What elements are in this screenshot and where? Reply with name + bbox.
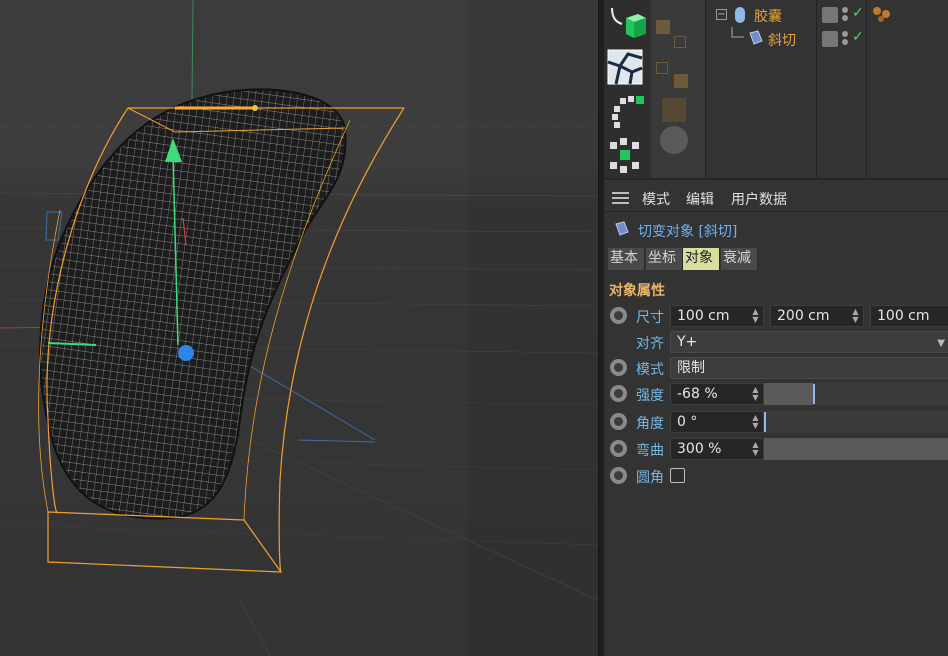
enabled-check-icon[interactable]: ✓ bbox=[852, 29, 864, 45]
fillet-checkbox[interactable] bbox=[670, 468, 685, 483]
object-manager: − 胶囊 ✓ 斜切 ✓ bbox=[708, 0, 948, 178]
section-title: 对象属性 bbox=[609, 283, 665, 299]
keyframe-icon[interactable] bbox=[610, 413, 627, 430]
curvature-label: 弯曲 bbox=[636, 443, 664, 459]
tool-icon[interactable] bbox=[656, 62, 668, 74]
keyframe-icon[interactable] bbox=[610, 440, 627, 457]
voronoi-icon[interactable] bbox=[606, 48, 646, 86]
align-select[interactable]: Y+ ▼ bbox=[670, 331, 948, 353]
property-align: 对齐 Y+ ▼ bbox=[604, 330, 948, 354]
enabled-check-icon[interactable]: ✓ bbox=[852, 5, 864, 21]
visibility-icon[interactable] bbox=[822, 31, 838, 47]
collapse-toggle[interactable]: − bbox=[716, 9, 727, 20]
property-mode: 模式 限制 bbox=[604, 356, 948, 380]
strength-input[interactable]: -68 % ▲ ▼ bbox=[670, 383, 764, 405]
gizmo-z-handle bbox=[178, 345, 194, 361]
shear-deformer-icon bbox=[615, 221, 629, 236]
material-tag-icon[interactable] bbox=[872, 6, 892, 24]
spinner-icon: ▲ ▼ bbox=[752, 385, 759, 402]
keyframe-icon[interactable] bbox=[610, 385, 627, 402]
keyframe-icon[interactable] bbox=[610, 307, 627, 324]
property-fillet: 圆角 bbox=[604, 464, 948, 488]
tab-falloff[interactable]: 衰减 bbox=[721, 248, 758, 270]
right-panel: − 胶囊 ✓ 斜切 ✓ 模式 编辑 用户数据 切变对象 [斜切] 基本 坐标 对… bbox=[604, 0, 948, 656]
strength-label: 强度 bbox=[636, 388, 664, 404]
mode-select[interactable]: 限制 bbox=[670, 357, 948, 379]
size-x-input[interactable]: 100 cm ▲ ▼ bbox=[670, 305, 764, 327]
viewport-scene bbox=[0, 0, 598, 656]
size-z-input[interactable]: 100 cm bbox=[870, 305, 948, 327]
property-curvature: 弯曲 300 % ▲ ▼ bbox=[604, 437, 948, 461]
angle-input[interactable]: 0 ° ▲ ▼ bbox=[670, 411, 764, 433]
3d-viewport[interactable] bbox=[0, 0, 598, 656]
menu-mode[interactable]: 模式 bbox=[642, 189, 670, 209]
tool-palette bbox=[604, 0, 650, 178]
strength-slider[interactable] bbox=[764, 383, 814, 405]
cube-primitive-icon[interactable] bbox=[606, 6, 646, 44]
menu-edit[interactable]: 编辑 bbox=[686, 189, 714, 209]
chevron-down-icon: ▼ bbox=[937, 338, 945, 349]
spinner-icon: ▲ ▼ bbox=[752, 413, 759, 430]
size-y-input[interactable]: 200 cm ▲ ▼ bbox=[770, 305, 864, 327]
property-strength: 强度 -68 % ▲ ▼ bbox=[604, 382, 948, 406]
align-label: 对齐 bbox=[636, 336, 664, 352]
tool-icon[interactable] bbox=[674, 36, 686, 48]
mode-label: 模式 bbox=[636, 362, 664, 378]
attribute-menubar: 模式 编辑 用户数据 bbox=[604, 182, 948, 212]
object-row-shear[interactable]: 斜切 ✓ bbox=[708, 27, 948, 51]
curvature-input[interactable]: 300 % ▲ ▼ bbox=[670, 438, 764, 460]
cloner-icon[interactable] bbox=[606, 92, 646, 130]
strength-slider-knob[interactable] bbox=[813, 384, 815, 404]
tree-connector bbox=[731, 27, 744, 38]
menu-icon[interactable] bbox=[612, 192, 629, 204]
curvature-slider[interactable] bbox=[764, 438, 948, 460]
cloner-grid-icon[interactable] bbox=[606, 136, 646, 174]
size-label: 尺寸 bbox=[636, 310, 664, 326]
property-size: 尺寸 100 cm ▲ ▼ 200 cm ▲ ▼ 100 cm bbox=[604, 304, 948, 328]
capsule-mesh bbox=[39, 88, 347, 520]
tab-object[interactable]: 对象 bbox=[683, 248, 720, 270]
angle-slider-knob[interactable] bbox=[764, 412, 766, 432]
spinner-icon: ▲ ▼ bbox=[852, 307, 859, 324]
tool-icon[interactable] bbox=[674, 74, 688, 88]
object-title: 切变对象 [斜切] bbox=[638, 224, 738, 240]
object-name[interactable]: 胶囊 bbox=[754, 6, 782, 26]
object-title-row: 切变对象 [斜切] bbox=[604, 216, 948, 242]
menu-user-data[interactable]: 用户数据 bbox=[731, 189, 787, 209]
fillet-label: 圆角 bbox=[636, 470, 664, 486]
property-angle: 角度 0 ° ▲ ▼ bbox=[604, 410, 948, 434]
keyframe-icon[interactable] bbox=[610, 359, 627, 376]
sphere-icon[interactable] bbox=[660, 126, 688, 154]
object-row-capsule[interactable]: − 胶囊 ✓ bbox=[708, 3, 948, 27]
capsule-icon bbox=[735, 7, 745, 23]
spinner-icon: ▲ ▼ bbox=[752, 307, 759, 324]
keyframe-icon[interactable] bbox=[610, 467, 627, 484]
shear-deformer-icon bbox=[749, 30, 763, 45]
render-dots-icon[interactable] bbox=[842, 6, 850, 22]
palette-strip bbox=[652, 0, 706, 178]
tool-icon[interactable] bbox=[662, 98, 686, 122]
tab-basic[interactable]: 基本 bbox=[608, 248, 645, 270]
object-name[interactable]: 斜切 bbox=[768, 30, 796, 50]
tool-icon[interactable] bbox=[656, 20, 670, 34]
angle-slider[interactable] bbox=[764, 411, 948, 433]
angle-label: 角度 bbox=[636, 416, 664, 432]
attribute-manager: 模式 编辑 用户数据 切变对象 [斜切] 基本 坐标 对象 衰减 对象属性 尺寸… bbox=[604, 178, 948, 656]
tab-coord[interactable]: 坐标 bbox=[646, 248, 683, 270]
world-z-axis bbox=[239, 359, 376, 441]
render-dots-icon[interactable] bbox=[842, 30, 850, 46]
visibility-icon[interactable] bbox=[822, 7, 838, 23]
spinner-icon: ▲ ▼ bbox=[752, 440, 759, 457]
